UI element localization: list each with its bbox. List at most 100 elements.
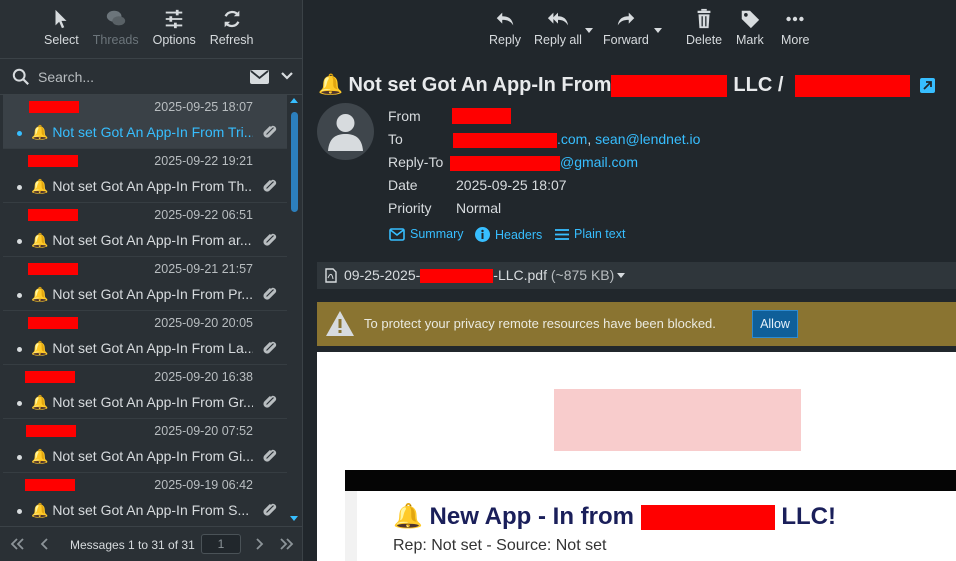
- envelope-outline-icon: [389, 227, 405, 241]
- reply-to-value[interactable]: @gmail.com: [450, 154, 638, 171]
- reply-all-dropdown-caret[interactable]: [585, 28, 593, 33]
- paperclip-icon: [263, 449, 277, 462]
- remote-resources-notice: To protect your privacy remote resources…: [317, 302, 956, 346]
- message-list-item[interactable]: 2025-09-20 07:52 🔔 Not set Got An App-In …: [3, 419, 287, 473]
- reply-label: Reply: [489, 33, 521, 47]
- attachment-bar[interactable]: 09-25-2025- -LLC.pdf (~875 KB): [317, 262, 956, 289]
- reply-all-icon: [547, 12, 569, 26]
- body-heading-suffix: LLC!: [781, 503, 836, 530]
- forward-button[interactable]: Forward: [603, 0, 649, 47]
- from-label: From: [388, 108, 421, 124]
- pager: Messages 1 to 31 of 31: [0, 526, 303, 561]
- message-status-dot[interactable]: [17, 131, 22, 136]
- message-list-item[interactable]: 2025-09-20 20:05 🔔 Not set Got An App-In …: [3, 311, 287, 365]
- message-subject: 🔔 Not set Got An App-In From ar...: [31, 232, 252, 248]
- allow-button[interactable]: Allow: [752, 310, 798, 338]
- pointer-icon: [55, 9, 67, 29]
- plain-text-link[interactable]: Plain text: [555, 227, 625, 241]
- redaction-box: [611, 74, 728, 97]
- delete-button[interactable]: Delete: [686, 0, 722, 47]
- summary-link[interactable]: Summary: [389, 227, 463, 241]
- sender-redaction-box: [28, 155, 78, 167]
- paperclip-icon: [263, 503, 277, 516]
- message-status-dot[interactable]: [17, 347, 22, 352]
- reply-button[interactable]: Reply: [489, 0, 521, 47]
- search-input[interactable]: [38, 67, 228, 87]
- message-list-item[interactable]: 2025-09-20 16:38 🔔 Not set Got An App-In …: [3, 365, 287, 419]
- envelope-icon[interactable]: [250, 70, 269, 84]
- to-value[interactable]: .com, sean@lendnet.io: [453, 131, 700, 148]
- date-value: 2025-09-25 18:07: [456, 177, 567, 193]
- options-button[interactable]: Options: [153, 0, 196, 58]
- options-label: Options: [152, 33, 196, 47]
- message-list-item[interactable]: 2025-09-19 06:42 🔔 Not set Got An App-In …: [3, 473, 287, 526]
- more-button[interactable]: More: [781, 0, 809, 47]
- black-divider-bar: [345, 470, 956, 491]
- scroll-up-arrow[interactable]: [290, 98, 298, 103]
- priority-label: Priority: [388, 200, 432, 216]
- redaction-box: [453, 132, 557, 148]
- page-number-input[interactable]: [201, 534, 241, 554]
- to-label: To: [388, 131, 403, 147]
- pdf-file-icon: [325, 268, 337, 283]
- message-list-item[interactable]: 2025-09-22 19:21 🔔 Not set Got An App-In …: [3, 149, 287, 203]
- next-page-icon[interactable]: [251, 536, 267, 552]
- info-icon: [475, 227, 490, 242]
- redaction-box: [794, 74, 910, 97]
- last-page-icon[interactable]: [279, 536, 295, 552]
- forward-dropdown-caret[interactable]: [654, 28, 662, 33]
- message-status-dot[interactable]: [17, 185, 22, 190]
- message-body: 🔔 New App - In from LLC! Rep: Not set - …: [317, 352, 956, 561]
- select-button[interactable]: Select: [44, 0, 79, 58]
- message-status-dot[interactable]: [17, 509, 22, 514]
- message-status-dot[interactable]: [17, 293, 22, 298]
- open-in-new-window-icon[interactable]: [919, 78, 935, 94]
- sender-redaction-box: [25, 371, 75, 383]
- attachment-menu-caret-icon[interactable]: [616, 272, 626, 279]
- paperclip-icon: [263, 395, 277, 408]
- scroll-down-arrow[interactable]: [290, 516, 298, 521]
- previous-page-icon[interactable]: [37, 536, 53, 552]
- message-list-item[interactable]: 2025-09-22 06:51 🔔 Not set Got An App-In …: [3, 203, 287, 257]
- plain-text-label: Plain text: [574, 227, 626, 241]
- paperclip-icon: [263, 287, 277, 300]
- delete-label: Delete: [686, 33, 723, 47]
- search-icon: [12, 68, 29, 85]
- lines-icon: [555, 228, 569, 240]
- headers-link[interactable]: Headers: [475, 227, 542, 242]
- message-subject: 🔔 Not set Got An App-In From S...: [31, 502, 250, 518]
- paperclip-icon: [263, 125, 277, 138]
- body-subline: Rep: Not set - Source: Not set: [393, 537, 607, 554]
- to-second-address[interactable]: sean@lendnet.io: [595, 131, 700, 147]
- message-subject: 🔔 Not set Got An App-In From Gr...: [31, 394, 253, 410]
- threads-button[interactable]: Threads: [93, 0, 139, 58]
- message-list-item[interactable]: 2025-09-25 18:07 🔔 Not set Got An App-In …: [3, 95, 287, 149]
- message-status-dot[interactable]: [17, 401, 22, 406]
- scrollbar-thumb[interactable]: [291, 112, 298, 212]
- redaction-box: [640, 505, 775, 531]
- attachment-name[interactable]: 09-25-2025- -LLC.pdf (~875 KB): [344, 267, 614, 284]
- message-date: 2025-09-25 18:07: [154, 100, 253, 114]
- reply-all-button[interactable]: Reply all: [534, 0, 582, 47]
- remote-notice-text: To protect your privacy remote resources…: [364, 316, 716, 331]
- body-left-strip: [345, 491, 357, 561]
- select-label: Select: [44, 33, 79, 47]
- warning-icon: [326, 311, 354, 336]
- priority-value: Normal: [456, 200, 502, 216]
- subject-prefix: 🔔 Not set Got An App-In From: [318, 74, 612, 96]
- chevron-down-icon[interactable]: [281, 71, 293, 81]
- from-value-redacted[interactable]: [452, 108, 511, 124]
- attachment-prefix: 09-25-2025-: [344, 267, 421, 283]
- refresh-button[interactable]: Refresh: [210, 0, 253, 58]
- first-page-icon[interactable]: [9, 536, 25, 552]
- message-date: 2025-09-22 06:51: [154, 208, 253, 222]
- redaction-box: [420, 269, 494, 284]
- mark-button[interactable]: Mark: [736, 0, 764, 47]
- message-subject: 🔔 Not set Got An App-In From Tri...: [31, 124, 253, 140]
- message-list-item[interactable]: 2025-09-21 21:57 🔔 Not set Got An App-In …: [3, 257, 287, 311]
- message-status-dot[interactable]: [17, 455, 22, 460]
- message-date: 2025-09-20 07:52: [154, 424, 253, 438]
- message-status-dot[interactable]: [17, 239, 22, 244]
- message-subject: 🔔 Not set Got An App-In From Th...: [31, 178, 253, 194]
- forward-label: Forward: [603, 33, 649, 47]
